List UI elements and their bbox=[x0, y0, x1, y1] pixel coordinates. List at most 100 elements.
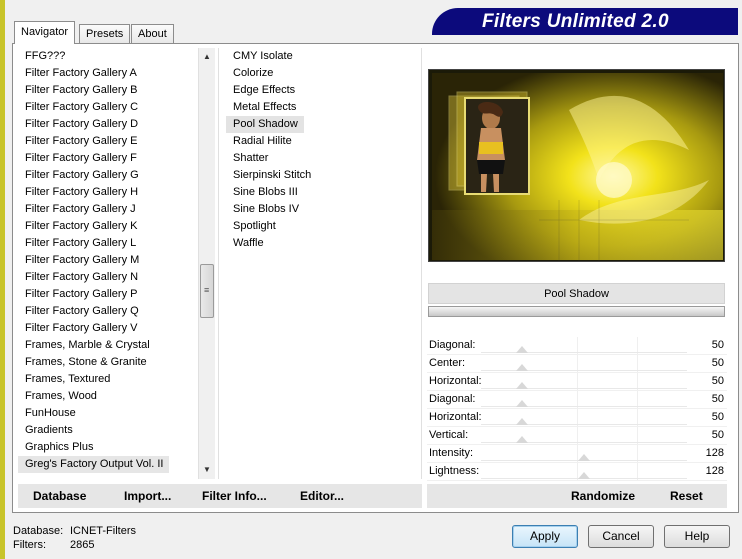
scroll-up-icon[interactable]: ▲ bbox=[203, 52, 211, 61]
tab-navigator[interactable]: Navigator bbox=[14, 21, 76, 44]
filter-label: Pool Shadow bbox=[226, 116, 304, 133]
database-label: Database: bbox=[13, 525, 64, 537]
list-divider bbox=[421, 48, 422, 479]
parameter-slider-row[interactable]: Diagonal: 50 bbox=[427, 391, 727, 409]
filter-list-item[interactable]: Colorize bbox=[226, 65, 418, 82]
cancel-button[interactable]: Cancel bbox=[588, 525, 654, 548]
filter-list-item[interactable]: Sine Blobs IV bbox=[226, 201, 418, 218]
filter-label: Sine Blobs III bbox=[233, 186, 298, 198]
apply-button[interactable]: Apply bbox=[512, 525, 578, 548]
parameter-label: Lightness: bbox=[429, 465, 480, 477]
filter-list-item[interactable]: Sine Blobs III bbox=[226, 184, 418, 201]
filters-count-label: Filters: bbox=[13, 539, 46, 551]
slider-track[interactable] bbox=[481, 352, 687, 353]
parameter-slider-row[interactable]: Lightness: 128 bbox=[427, 463, 727, 481]
parameter-slider-row[interactable]: Center: 50 bbox=[427, 355, 727, 373]
database-value: ICNET-Filters bbox=[70, 525, 136, 537]
slider-thumb[interactable] bbox=[516, 346, 529, 353]
parameter-value: 50 bbox=[711, 339, 724, 351]
filter-list-item[interactable]: Metal Effects bbox=[226, 99, 418, 116]
parameter-slider-row[interactable]: Intensity: 128 bbox=[427, 445, 727, 463]
category-list-item[interactable]: Filter Factory Gallery L bbox=[18, 235, 215, 252]
database-button[interactable]: Database bbox=[33, 489, 86, 503]
category-list-item[interactable]: Filter Factory Gallery V bbox=[18, 320, 215, 337]
category-list-item[interactable]: Graphics Plus bbox=[18, 439, 215, 456]
scroll-thumb[interactable]: ≡ bbox=[200, 264, 214, 318]
category-list-item[interactable]: FunHouse bbox=[18, 405, 215, 422]
slider-track[interactable] bbox=[481, 388, 687, 389]
category-label: Filter Factory Gallery G bbox=[25, 169, 139, 181]
slider-thumb[interactable] bbox=[578, 454, 590, 461]
editor-button[interactable]: Editor... bbox=[300, 489, 344, 503]
parameter-slider-row[interactable]: Vertical: 50 bbox=[427, 427, 727, 445]
filter-list-item[interactable]: Radial Hilite bbox=[226, 133, 418, 150]
category-list-item[interactable]: Filter Factory Gallery E bbox=[18, 133, 215, 150]
category-label: Filter Factory Gallery K bbox=[25, 220, 138, 232]
category-list[interactable]: FFG??? Filter Factory Gallery A Filter Fac… bbox=[18, 48, 215, 479]
category-list-item[interactable]: Frames, Stone & Granite bbox=[18, 354, 215, 371]
filter-list-item[interactable]: Shatter bbox=[226, 150, 418, 167]
category-list-item[interactable]: Filter Factory Gallery G bbox=[18, 167, 215, 184]
parameter-sliders[interactable]: Diagonal: 50 Center: 50 Horizontal: 50 Diagona… bbox=[427, 337, 727, 481]
filter-list-item[interactable]: Edge Effects bbox=[226, 82, 418, 99]
parameter-slider-row[interactable]: Horizontal: 50 bbox=[427, 409, 727, 427]
category-list-item[interactable]: Filter Factory Gallery M bbox=[18, 252, 215, 269]
category-list-item[interactable]: Filter Factory Gallery Q bbox=[18, 303, 215, 320]
slider-thumb[interactable] bbox=[516, 400, 529, 407]
slider-thumb[interactable] bbox=[516, 364, 529, 371]
category-list-item[interactable]: FFG??? bbox=[18, 48, 215, 65]
category-list-item[interactable]: Filter Factory Gallery K bbox=[18, 218, 215, 235]
category-label: Filter Factory Gallery C bbox=[25, 101, 139, 113]
category-list-item[interactable]: Filter Factory Gallery A bbox=[18, 65, 215, 82]
category-label: Greg's Factory Output Vol. II bbox=[18, 456, 170, 473]
category-list-item[interactable]: Filter Factory Gallery F bbox=[18, 150, 215, 167]
slider-track[interactable] bbox=[481, 406, 687, 407]
category-list-item[interactable]: Filter Factory Gallery N bbox=[18, 269, 215, 286]
category-label: Frames, Wood bbox=[25, 390, 97, 402]
filter-list-item[interactable]: Sierpinski Stitch bbox=[226, 167, 418, 184]
category-list-item[interactable]: Filter Factory Gallery H bbox=[18, 184, 215, 201]
category-list-item[interactable]: Gradients bbox=[18, 422, 215, 439]
category-list-item[interactable]: Frames, Textured bbox=[18, 371, 215, 388]
category-list-item[interactable]: Frames, Wood bbox=[18, 388, 215, 405]
preview-filter-name: Pool Shadow bbox=[428, 283, 725, 304]
slider-thumb[interactable] bbox=[578, 472, 590, 479]
filter-info-button[interactable]: Filter Info... bbox=[202, 489, 267, 503]
category-list-item[interactable]: Frames, Marble & Crystal bbox=[18, 337, 215, 354]
parameter-slider-row[interactable]: Diagonal: 50 bbox=[427, 337, 727, 355]
slider-thumb[interactable] bbox=[516, 436, 529, 443]
filter-list[interactable]: CMY Isolate Colorize Edge Effects Metal Eff… bbox=[226, 48, 418, 348]
category-list-item[interactable]: Filter Factory Gallery P bbox=[18, 286, 215, 303]
category-list-item[interactable]: Filter Factory Gallery J bbox=[18, 201, 215, 218]
category-label: Filter Factory Gallery D bbox=[25, 118, 139, 130]
category-list-item[interactable]: Greg's Factory Output Vol. II bbox=[18, 456, 215, 473]
reset-button[interactable]: Reset bbox=[670, 489, 703, 503]
scroll-down-icon[interactable]: ▼ bbox=[203, 465, 211, 474]
category-scrollbar[interactable]: ▲ ≡ ▼ bbox=[198, 48, 215, 479]
filter-preview-image bbox=[428, 69, 725, 262]
category-list-item[interactable]: Filter Factory Gallery D bbox=[18, 116, 215, 133]
slider-thumb[interactable] bbox=[516, 382, 529, 389]
filter-list-item[interactable]: CMY Isolate bbox=[226, 48, 418, 65]
slider-track[interactable] bbox=[481, 370, 687, 371]
category-list-item[interactable]: Filter Factory Gallery C bbox=[18, 99, 215, 116]
parameter-slider-row[interactable]: Horizontal: 50 bbox=[427, 373, 727, 391]
filter-list-item[interactable]: Pool Shadow bbox=[226, 116, 418, 133]
filter-list-item[interactable]: Spotlight bbox=[226, 218, 418, 235]
slider-track[interactable] bbox=[481, 442, 687, 443]
slider-thumb[interactable] bbox=[516, 418, 529, 425]
parameter-value: 128 bbox=[705, 465, 724, 477]
import-button[interactable]: Import... bbox=[124, 489, 171, 503]
category-list-item[interactable]: Filter Factory Gallery B bbox=[18, 82, 215, 99]
tab-presets[interactable]: Presets bbox=[79, 24, 131, 43]
category-label: Filter Factory Gallery J bbox=[25, 203, 136, 215]
filter-label: Spotlight bbox=[233, 220, 276, 232]
randomize-button[interactable]: Randomize bbox=[571, 489, 635, 503]
parameter-value: 50 bbox=[711, 393, 724, 405]
tab-about[interactable]: About bbox=[131, 24, 174, 43]
help-button[interactable]: Help bbox=[664, 525, 730, 548]
category-label: Filter Factory Gallery F bbox=[25, 152, 137, 164]
category-label: Filter Factory Gallery E bbox=[25, 135, 138, 147]
filter-list-item[interactable]: Waffle bbox=[226, 235, 418, 252]
slider-track[interactable] bbox=[481, 424, 687, 425]
